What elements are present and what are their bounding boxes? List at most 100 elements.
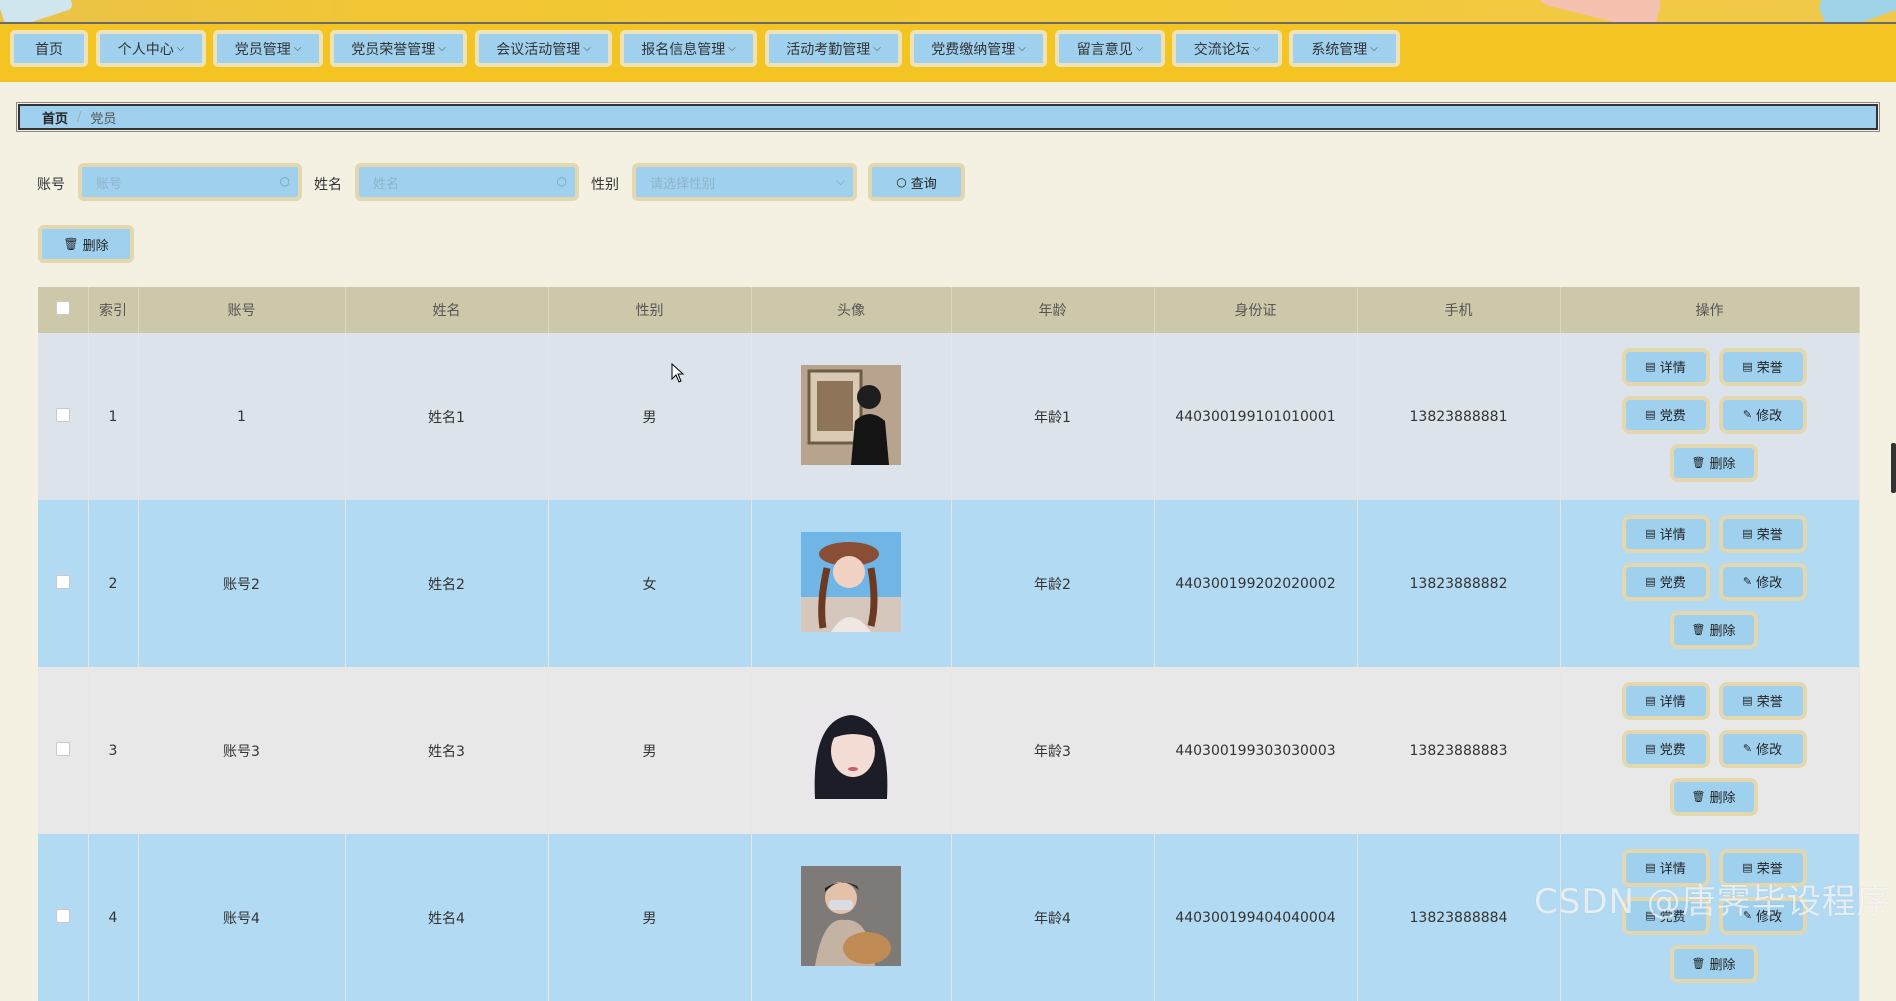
document-icon: ▤ — [1645, 742, 1656, 755]
edit-icon: ✎ — [1742, 408, 1753, 421]
chevron-down-icon: ⌵ — [293, 43, 302, 54]
nav-label: 会议活动管理 — [496, 41, 581, 58]
honor-button[interactable]: ▤ 荣誉 — [1718, 347, 1807, 386]
row-checkbox[interactable] — [55, 908, 70, 923]
nav-item-attendance-management[interactable]: 活动考勤管理 ⌵ — [765, 30, 902, 67]
nav-item-meeting-management[interactable]: 会议活动管理 ⌵ — [475, 30, 612, 67]
account-label: 账号 — [37, 177, 65, 193]
detail-label: 详情 — [1659, 361, 1686, 376]
row-checkbox-cell — [38, 500, 89, 667]
honor-button[interactable]: ▤ 荣誉 — [1718, 681, 1807, 720]
cell-name: 姓名2 — [345, 500, 549, 667]
document-icon: ▤ — [1645, 527, 1656, 540]
row-checkbox[interactable] — [55, 574, 70, 589]
select-all-checkbox[interactable] — [38, 287, 89, 333]
edit-button[interactable]: ✎ 修改 — [1718, 562, 1807, 601]
column-header: 年龄 — [951, 287, 1155, 333]
delete-label: 删除 — [1709, 457, 1736, 472]
delete-button[interactable]: 🗑 删除 — [1669, 944, 1758, 983]
nav-item-personal-center[interactable]: 个人中心 ⌵ — [96, 30, 206, 67]
detail-button[interactable]: ▤ 详情 — [1621, 347, 1710, 386]
batch-delete-button[interactable]: 🗑 删除 — [38, 225, 134, 263]
fee-button[interactable]: ▤ 党费 — [1621, 729, 1710, 768]
cell-gender: 男 — [548, 667, 752, 834]
breadcrumb-home[interactable]: 首页 — [42, 108, 68, 127]
cell-age: 年龄3 — [951, 667, 1155, 834]
gender-placeholder: 请选择性别 — [650, 176, 716, 192]
edit-button[interactable]: ✎ 修改 — [1718, 729, 1807, 768]
top-navbar: 首页 个人中心 ⌵ 党员管理 ⌵ 党员荣誉管理 ⌵ 会议活动管理 ⌵ 报名信息管理 ⌵ 活… — [0, 24, 1896, 82]
document-icon: ▤ — [1645, 694, 1656, 707]
fee-label: 党费 — [1659, 576, 1686, 591]
chevron-down-icon: ⌵ — [438, 43, 446, 54]
chevron-down-icon: ⌵ — [1018, 43, 1026, 54]
name-search-input[interactable]: 姓名 ○ — [355, 163, 579, 201]
delete-label: 删除 — [1709, 791, 1736, 806]
cell-actions: ▤ 详情 ▤ 荣誉 ▤ 党费 ✎ 修改 🗑 删除 — [1560, 333, 1860, 500]
row-checkbox[interactable] — [55, 741, 70, 756]
cell-id-card: 440300199303030003 — [1154, 667, 1358, 834]
trash-icon: 🗑 — [1691, 957, 1706, 970]
nav-item-honor-management[interactable]: 党员荣誉管理 ⌵ — [330, 30, 467, 67]
chevron-down-icon: ⌵ — [835, 174, 845, 188]
delete-button[interactable]: 🗑 删除 — [1669, 777, 1758, 816]
row-actions: ▤ 详情 ▤ 荣誉 ▤ 党费 ✎ 修改 🗑 删除 — [1610, 514, 1810, 654]
avatar — [801, 364, 901, 465]
nav-item-fee-management[interactable]: 党费缴纳管理 ⌵ — [910, 30, 1047, 67]
avatar — [801, 865, 901, 966]
detail-button[interactable]: ▤ 详情 — [1621, 514, 1710, 553]
column-header: 姓名 — [345, 287, 549, 333]
cell-age: 年龄4 — [951, 834, 1155, 1001]
fee-button[interactable]: ▤ 党费 — [1621, 562, 1710, 601]
honor-button[interactable]: ▤ 荣誉 — [1718, 514, 1807, 553]
scrollbar[interactable] — [1891, 443, 1896, 493]
edit-icon: ✎ — [1742, 575, 1753, 588]
nav-item-home[interactable]: 首页 — [10, 30, 88, 67]
batch-delete-label: 删除 — [82, 238, 109, 254]
detail-button[interactable]: ▤ 详情 — [1621, 681, 1710, 720]
document-icon: ▤ — [1645, 575, 1656, 588]
trash-icon: 🗑 — [1691, 456, 1706, 469]
nav-label: 党员荣誉管理 — [351, 41, 436, 58]
honor-label: 荣誉 — [1756, 695, 1783, 710]
nav-label: 报名信息管理 — [641, 41, 726, 58]
document-icon: ▤ — [1742, 694, 1753, 707]
account-search-input[interactable]: 账号 ○ — [78, 163, 302, 201]
gender-label: 性别 — [591, 177, 619, 193]
honor-label: 荣誉 — [1756, 361, 1783, 376]
cell-index: 2 — [88, 500, 139, 667]
trash-icon: 🗑 — [1691, 623, 1706, 636]
watermark: CSDN @唐霁毕设程序 — [1534, 882, 1892, 922]
gender-select[interactable]: 请选择性别 ⌵ — [632, 163, 857, 201]
fee-button[interactable]: ▤ 党费 — [1621, 395, 1710, 434]
column-header: 身份证 — [1154, 287, 1358, 333]
fee-label: 党费 — [1659, 409, 1686, 424]
nav-item-system-management[interactable]: 系统管理 ⌵ — [1289, 30, 1400, 67]
mouse-cursor-icon — [671, 363, 685, 383]
row-actions: ▤ 详情 ▤ 荣誉 ▤ 党费 ✎ 修改 🗑 删除 — [1610, 681, 1810, 821]
cell-actions: ▤ 详情 ▤ 荣誉 ▤ 党费 ✎ 修改 🗑 删除 — [1560, 667, 1860, 834]
row-checkbox[interactable] — [55, 407, 70, 422]
nav-item-signup-management[interactable]: 报名信息管理 ⌵ — [620, 30, 757, 67]
checkbox[interactable] — [55, 301, 70, 315]
query-button[interactable]: ○ 查询 — [868, 163, 965, 201]
trash-icon: 🗑 — [63, 237, 79, 251]
delete-button[interactable]: 🗑 删除 — [1669, 610, 1758, 649]
document-icon: ▤ — [1742, 527, 1753, 540]
nav-label: 活动考勤管理 — [786, 41, 871, 58]
breadcrumb-separator: / — [77, 109, 82, 125]
nav-label: 党费缴纳管理 — [931, 41, 1016, 58]
delete-button[interactable]: 🗑 删除 — [1669, 443, 1758, 482]
nav-item-member-management[interactable]: 党员管理 ⌵ — [213, 30, 323, 67]
chevron-down-icon: ⌵ — [728, 43, 736, 54]
nav-item-feedback[interactable]: 留言意见 ⌵ — [1055, 30, 1165, 67]
cell-phone: 13823888883 — [1357, 667, 1561, 834]
cell-phone: 13823888884 — [1357, 834, 1561, 1001]
table-row: 1 1 姓名1 男年龄1 440300199101010001 13823888881 ▤ 详… — [38, 333, 1860, 500]
chevron-down-icon: ⌵ — [873, 43, 881, 54]
chevron-down-icon: ⌵ — [1252, 43, 1261, 54]
cell-id-card: 440300199404040004 — [1154, 834, 1358, 1001]
detail-label: 详情 — [1659, 528, 1686, 543]
nav-item-forum[interactable]: 交流论坛 ⌵ — [1172, 30, 1282, 67]
edit-button[interactable]: ✎ 修改 — [1718, 395, 1807, 434]
